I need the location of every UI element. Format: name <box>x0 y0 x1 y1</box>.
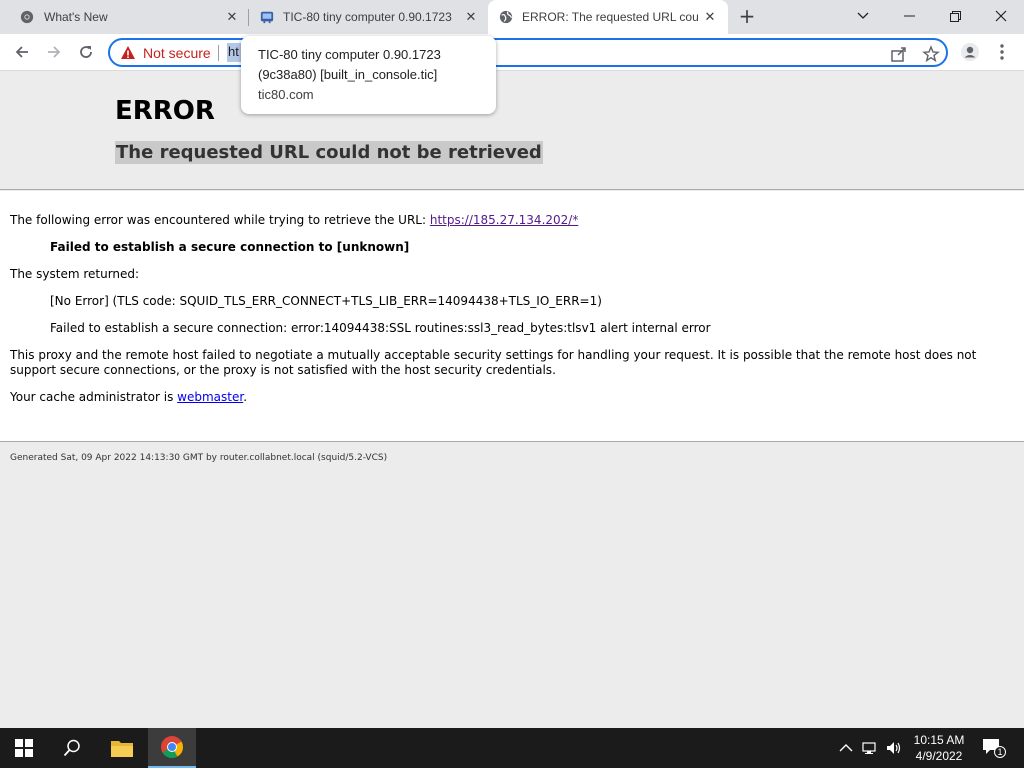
file-explorer-button[interactable] <box>98 728 146 768</box>
close-icon[interactable]: ✕ <box>224 9 240 25</box>
url-link[interactable]: https://185.27.134.202/* <box>430 213 578 227</box>
intro-text: The following error was encountered whil… <box>10 213 430 227</box>
clock-date: 4/9/2022 <box>915 749 963 763</box>
chrome-icon <box>20 10 34 24</box>
warning-icon <box>121 46 135 59</box>
admin-suffix: . <box>243 390 248 404</box>
tab-strip: What's New ✕ TIC-80 tiny computer 0.90.1… <box>0 0 1024 34</box>
explanation-line2: support secure connections, or the proxy… <box>10 363 556 377</box>
tab-hover-tooltip: TIC-80 tiny computer 0.90.1723 (9c38a80)… <box>241 36 496 114</box>
close-icon <box>995 10 1007 22</box>
admin-prefix: Your cache administrator is <box>10 390 178 404</box>
reload-button[interactable] <box>76 42 96 62</box>
generated-footer: Generated Sat, 09 Apr 2022 14:13:30 GMT … <box>10 453 388 463</box>
tab-tic80[interactable]: TIC-80 tiny computer 0.90.1723 ( ✕ <box>249 0 487 34</box>
search-icon <box>63 739 80 757</box>
admin-line: Your cache administrator is webmaster. <box>10 390 247 404</box>
tab-title: ERROR: The requested URL could <box>522 10 698 24</box>
tab-whats-new[interactable]: What's New ✕ <box>0 0 248 34</box>
tab-error[interactable]: ERROR: The requested URL could ✕ <box>488 0 728 34</box>
tab-search-button[interactable] <box>840 0 886 32</box>
webmaster-link[interactable]: webmaster <box>177 390 243 404</box>
notification-count-badge: 1 <box>994 746 1006 758</box>
page-subtitle: The requested URL could not be retrieved <box>115 141 543 164</box>
tooltip-host: tic80.com <box>258 87 314 102</box>
url-text[interactable]: ht <box>227 43 241 62</box>
taskbar: 10:15 AM 4/9/2022 1 <box>0 728 1024 768</box>
restore-icon <box>949 10 961 22</box>
clock-time: 10:15 AM <box>913 733 965 747</box>
chrome-icon <box>161 736 183 758</box>
volume-icon[interactable] <box>886 740 902 756</box>
browser-toolbar: Not secure ht <box>0 34 1024 71</box>
folder-icon <box>111 741 133 757</box>
network-icon[interactable] <box>862 740 878 756</box>
new-tab-button[interactable]: + <box>738 6 756 26</box>
tls-code-text: [No Error] (TLS code: SQUID_TLS_ERR_CONN… <box>50 294 602 308</box>
close-window-button[interactable] <box>978 0 1024 32</box>
address-bar[interactable]: Not secure ht <box>108 38 948 67</box>
page-content: ERROR The requested URL could not be ret… <box>0 72 1024 727</box>
tooltip-title-line2: (9c38a80) [built_in_console.tic] <box>258 67 438 82</box>
start-button[interactable] <box>0 728 48 768</box>
not-secure-label[interactable]: Not secure <box>143 45 211 61</box>
forward-button[interactable] <box>44 42 64 62</box>
close-icon[interactable]: ✕ <box>463 9 479 25</box>
windows-logo-icon <box>15 739 33 757</box>
arrow-right-icon <box>48 46 61 58</box>
failed-message: Failed to establish a secure connection … <box>50 240 410 254</box>
tic80-icon <box>260 11 274 24</box>
error-header: ERROR The requested URL could not be ret… <box>0 72 1024 190</box>
close-icon[interactable]: ✕ <box>702 9 718 25</box>
minimize-icon <box>903 15 915 17</box>
minimize-button[interactable] <box>886 0 932 32</box>
chevron-down-icon <box>857 12 869 19</box>
chrome-taskbar-button[interactable] <box>148 728 196 768</box>
globe-icon <box>499 10 513 24</box>
page-title: ERROR <box>115 96 215 126</box>
search-button[interactable] <box>48 728 96 768</box>
system-returned-label: The system returned: <box>10 267 140 281</box>
tab-title: What's New <box>44 10 108 24</box>
taskbar-clock[interactable]: 10:15 AM 4/9/2022 <box>906 732 972 764</box>
explanation-line1: This proxy and the remote host failed to… <box>10 348 977 362</box>
omnibox-separator <box>218 45 219 61</box>
restore-button[interactable] <box>932 0 978 32</box>
star-icon[interactable] <box>922 45 940 63</box>
chevron-up-icon[interactable] <box>838 740 854 756</box>
arrow-left-icon <box>15 46 28 58</box>
menu-dots-icon[interactable] <box>996 43 1008 61</box>
tooltip-title-line1: TIC-80 tiny computer 0.90.1723 <box>258 47 441 62</box>
profile-avatar-icon[interactable] <box>960 42 980 62</box>
tab-title: TIC-80 tiny computer 0.90.1723 ( <box>283 10 455 24</box>
intro-line: The following error was encountered whil… <box>10 213 578 227</box>
notification-center-button[interactable]: 1 <box>982 738 1006 758</box>
ssl-error-text: Failed to establish a secure connection:… <box>50 321 711 335</box>
back-button[interactable] <box>12 42 32 62</box>
reload-icon <box>80 46 92 58</box>
share-icon[interactable] <box>890 45 908 63</box>
error-body: The following error was encountered whil… <box>0 191 1024 442</box>
